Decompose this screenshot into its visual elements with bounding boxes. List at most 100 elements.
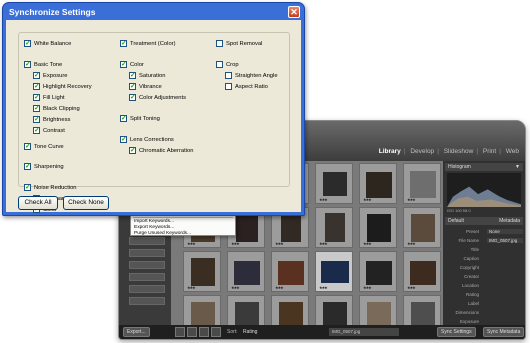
metadata-key: Location xyxy=(461,283,479,288)
checkbox-box[interactable] xyxy=(120,60,127,69)
checkbox-box[interactable] xyxy=(216,40,223,47)
metadata-row: Creator xyxy=(447,274,521,281)
photo-thumbnail[interactable]: ★★★ xyxy=(403,251,441,292)
checkbox-box[interactable] xyxy=(24,60,31,69)
right-panel: Histogram ▼ ISO 100 f/8.0 Default Metadata… xyxy=(443,161,525,339)
collection-item[interactable] xyxy=(129,297,165,305)
loupe-view-icon[interactable] xyxy=(187,327,197,337)
checkbox-label: Straighten Angle xyxy=(235,73,278,79)
metadata-key: Preset xyxy=(465,229,479,234)
metadata-row: Dimensions xyxy=(447,310,521,317)
checkbox-box[interactable] xyxy=(120,114,127,123)
checkbox-box[interactable] xyxy=(225,72,232,79)
filename-field: IMG_0507.jpg xyxy=(329,328,399,336)
metadata-key: Copyright xyxy=(459,265,479,270)
checkbox-box[interactable] xyxy=(24,142,31,151)
metadata-row: Copyright xyxy=(447,265,521,272)
check-none-button[interactable]: Check None xyxy=(63,196,109,210)
checkbox-box[interactable] xyxy=(120,135,127,144)
checkbox-box[interactable] xyxy=(33,115,40,124)
metadata-row: Caption xyxy=(447,256,521,263)
metadata-key: Dimensions xyxy=(455,310,479,315)
metadata-key: Caption xyxy=(463,256,479,261)
metadata-key: File Name xyxy=(458,238,479,243)
checkbox-label: Noise Reduction xyxy=(34,185,77,191)
checkbox-label: Exposure xyxy=(43,73,68,79)
sort-label: Sort: xyxy=(227,329,238,335)
screenshot: Library | Develop | Slideshow | Print | Web … xyxy=(0,0,530,343)
survey-view-icon[interactable] xyxy=(211,327,221,337)
collection-item[interactable] xyxy=(129,273,165,281)
checkbox-box[interactable] xyxy=(33,93,40,102)
photo-thumbnail[interactable]: ★★★ xyxy=(359,207,397,248)
checkbox-label: Treatment (Color) xyxy=(130,41,176,47)
checkbox-box[interactable] xyxy=(216,61,223,68)
collection-item[interactable] xyxy=(129,261,165,269)
compare-view-icon[interactable] xyxy=(199,327,209,337)
metadata-row: Label xyxy=(447,301,521,308)
photo-thumbnail[interactable]: ★★★ xyxy=(227,251,265,292)
collection-item[interactable] xyxy=(129,237,165,245)
photo-thumbnail[interactable]: ★★★ xyxy=(315,207,353,248)
menu-item-purge-unused-keywords[interactable]: Purge Unused Keywords... xyxy=(134,231,232,237)
module-slideshow[interactable]: Slideshow xyxy=(444,148,474,155)
checkbox-box[interactable] xyxy=(129,146,136,155)
sync-metadata-button[interactable]: Sync Metadata xyxy=(483,327,525,337)
checkbox-box[interactable] xyxy=(129,82,136,91)
metadata-value[interactable]: IMG_0507.jpg xyxy=(487,238,523,243)
metadata-key: Title xyxy=(470,247,479,252)
module-develop[interactable]: Develop xyxy=(410,148,434,155)
metadata-row: Rating xyxy=(447,292,521,299)
checkbox-label: Spot Removal xyxy=(226,41,263,47)
checkbox-label: Contrast xyxy=(43,128,65,134)
dialog-body: White Balance Basic Tone Exposure Highlight… xyxy=(6,20,301,214)
synchronize-settings-dialog: Synchronize Settings ✕ White Balance Basi… xyxy=(2,2,305,216)
metadata-row: Location xyxy=(447,283,521,290)
checkbox-box[interactable] xyxy=(33,126,40,135)
photo-thumbnail-selected[interactable]: ★★★ xyxy=(315,251,353,292)
export-button[interactable]: Export... xyxy=(123,327,150,337)
module-library[interactable]: Library xyxy=(379,148,401,155)
sync-settings-button[interactable]: Sync Settings xyxy=(437,327,476,337)
filmstrip-toolbar: Export... Sort: Rating IMG_0507.jpg Sync… xyxy=(119,325,525,339)
checkbox-label: Color xyxy=(130,62,144,68)
photo-thumbnail[interactable]: ★★★ xyxy=(315,163,353,204)
photo-thumbnail[interactable]: ★★★ xyxy=(403,163,441,204)
checkbox-box[interactable] xyxy=(24,39,31,48)
grid-view-icon[interactable] xyxy=(175,327,185,337)
checkbox-label: Fill Light xyxy=(43,95,65,101)
checkbox-box[interactable] xyxy=(33,104,40,113)
photo-thumbnail[interactable]: ★★★ xyxy=(359,163,397,204)
checkbox-label: Aspect Ratio xyxy=(235,84,268,90)
module-print[interactable]: Print xyxy=(483,148,496,155)
metadata-row: Title xyxy=(447,247,521,254)
checkbox-box[interactable] xyxy=(225,83,232,90)
checkbox-label: Tone Curve xyxy=(34,144,64,150)
collection-item[interactable] xyxy=(129,285,165,293)
metadata-row: File Name IMG_0507.jpg xyxy=(447,238,523,245)
checkbox-box[interactable] xyxy=(33,82,40,91)
module-web[interactable]: Web xyxy=(506,148,519,155)
photo-thumbnail[interactable]: ★★★ xyxy=(271,251,309,292)
checkbox-label: Lens Corrections xyxy=(130,137,174,143)
checkbox-box[interactable] xyxy=(120,39,127,48)
checkbox-box[interactable] xyxy=(129,71,136,80)
checkbox-box[interactable] xyxy=(24,162,31,171)
dialog-title: Synchronize Settings xyxy=(9,7,96,17)
check-all-button[interactable]: Check All xyxy=(18,196,58,210)
sort-select[interactable]: Rating xyxy=(243,329,257,335)
checkbox-label: Brightness xyxy=(43,117,71,123)
checkbox-label: Color Adjustments xyxy=(139,95,187,101)
collection-item[interactable] xyxy=(129,249,165,257)
photo-thumbnail[interactable]: ★★★ xyxy=(359,251,397,292)
histogram-panel-header[interactable]: Histogram ▼ xyxy=(445,163,523,171)
checkbox-box[interactable] xyxy=(33,71,40,80)
metadata-panel-header[interactable]: Default Metadata xyxy=(445,217,523,225)
metadata-value[interactable]: None xyxy=(487,229,523,234)
close-icon[interactable]: ✕ xyxy=(288,6,300,18)
photo-thumbnail[interactable]: ★★★ xyxy=(183,251,221,292)
checkbox-box[interactable] xyxy=(129,93,136,102)
checkbox-box[interactable] xyxy=(24,183,31,192)
photo-thumbnail[interactable]: ★★★ xyxy=(403,207,441,248)
metadata-row: Preset None xyxy=(447,229,523,236)
